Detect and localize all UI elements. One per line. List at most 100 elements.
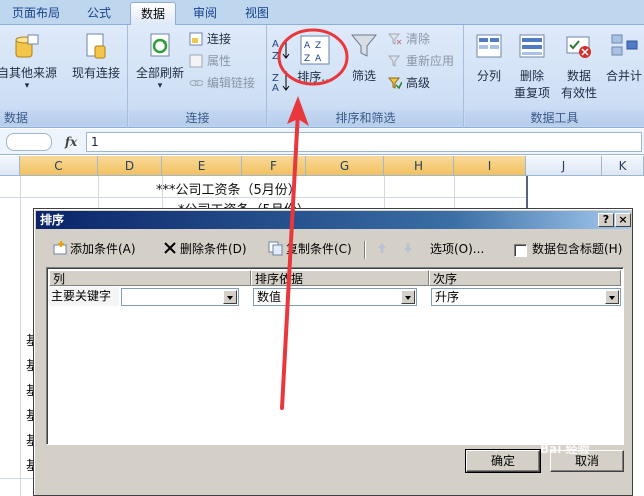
dialog-toolbar: 添加条件(A) 删除条件(D) 复制条件(C) 选项(O)... 数据包含标题(… — [38, 235, 628, 263]
header-sort-on: 排序依据 — [251, 270, 429, 286]
column-header-c[interactable]: C — [20, 156, 98, 176]
split-columns-icon — [474, 31, 504, 61]
delete-x-icon — [162, 240, 178, 256]
sort-dialog-icon: AZZA — [300, 35, 330, 65]
chevron-down-icon[interactable] — [401, 290, 415, 304]
dialog-title: 排序 — [40, 213, 65, 227]
svg-text:A: A — [304, 41, 311, 51]
sort-ascending-button[interactable]: AZZA — [270, 31, 292, 94]
watermark: Bai 经验 — [540, 442, 590, 456]
reapply-button[interactable]: 重新应用 — [386, 51, 454, 71]
advanced-filter-button[interactable]: 高级 — [386, 73, 430, 93]
formula-bar: fx 1 — [0, 129, 644, 155]
column-header-g[interactable]: G — [306, 156, 384, 176]
group-label-connections: 连接 — [129, 110, 266, 126]
svg-text:A: A — [272, 39, 279, 50]
select-all-corner[interactable] — [0, 156, 20, 176]
name-box[interactable] — [6, 133, 52, 151]
data-validation-button[interactable]: 数据 有效性 — [557, 31, 601, 101]
sort-button[interactable]: AZZA 排序... — [294, 35, 336, 85]
column-header-h[interactable]: H — [384, 156, 454, 176]
ribbon: 自其他来源 ▾ 现有连接 数据 全部刷新 ▾ 连接 属性 编辑链接 连接 A Z… — [0, 25, 644, 128]
data-validation-icon — [564, 31, 594, 61]
from-other-sources-button[interactable]: 自其他来源 ▾ — [0, 31, 60, 91]
help-button[interactable]: ? — [598, 213, 614, 227]
svg-text:Z: Z — [304, 54, 310, 64]
header-column: 列 — [49, 270, 251, 286]
group-label-get-data: 数据 — [0, 110, 127, 126]
ok-button[interactable]: 确定 — [465, 449, 541, 473]
arrow-up-icon — [374, 240, 390, 256]
group-label-data-tools: 数据工具 — [465, 110, 644, 126]
refresh-icon — [145, 31, 175, 61]
funnel-icon — [349, 31, 379, 61]
svg-text:Z: Z — [315, 41, 321, 51]
consolidate-icon — [609, 31, 639, 61]
column-header-i[interactable]: I — [454, 156, 526, 176]
connections-button[interactable]: 连接 — [187, 29, 231, 49]
column-header-d[interactable]: D — [98, 156, 162, 176]
properties-icon — [189, 54, 203, 68]
group-label-sort-filter: 排序和筛选 — [268, 110, 463, 126]
group-sort-filter: AZZA AZZA 排序... 筛选 清除 重新应用 高级 排序和筛选 — [268, 25, 464, 128]
column-header-j[interactable]: J — [526, 156, 602, 176]
chevron-down-icon[interactable] — [605, 290, 619, 304]
column-header-e[interactable]: E — [162, 156, 242, 176]
cell-title: ***公司工资条（5月份） — [156, 183, 301, 198]
has-header-checkbox[interactable] — [514, 244, 527, 257]
move-down-button[interactable] — [400, 239, 418, 259]
has-header-label: 数据包含标题(H) — [532, 242, 623, 256]
sort-levels-list: 列 排序依据 次序 主要关键字 数值 升序 — [46, 267, 624, 445]
tab-page-layout[interactable]: 页面布局 — [4, 2, 68, 25]
clear-filter-button[interactable]: 清除 — [386, 29, 430, 49]
refresh-all-button[interactable]: 全部刷新 ▾ — [131, 31, 189, 91]
advanced-filter-icon — [387, 76, 403, 90]
properties-button[interactable]: 属性 — [187, 51, 231, 71]
order-dropdown[interactable]: 升序 — [431, 288, 621, 306]
group-get-data: 自其他来源 ▾ 现有连接 数据 — [0, 25, 128, 128]
tab-review[interactable]: 审阅 — [182, 2, 228, 25]
move-up-button[interactable] — [374, 239, 392, 259]
tab-data[interactable]: 数据 — [130, 2, 176, 25]
consolidate-button[interactable]: 合并计 — [603, 31, 644, 84]
connections-icon — [189, 32, 203, 46]
fx-icon[interactable]: fx — [60, 133, 82, 151]
svg-text:A: A — [272, 83, 279, 91]
add-level-icon — [52, 240, 68, 256]
svg-text:Z: Z — [272, 51, 279, 62]
close-button[interactable]: × — [615, 213, 631, 227]
column-header-f[interactable]: F — [242, 156, 306, 176]
remove-duplicates-icon — [517, 31, 547, 61]
chain-link-icon — [189, 76, 204, 90]
existing-connections-button[interactable]: 现有连接 — [64, 31, 128, 81]
sort-on-dropdown[interactable]: 数值 — [253, 288, 417, 306]
ribbon-tabs: 页面布局 公式 数据 审阅 视图 — [0, 0, 644, 25]
grid-line — [20, 176, 21, 496]
chevron-down-icon[interactable] — [223, 290, 237, 304]
tab-formulas[interactable]: 公式 — [74, 2, 124, 25]
copy-level-button[interactable]: 复制条件(C) — [268, 239, 352, 259]
primary-key-label: 主要关键字 — [49, 287, 119, 306]
edit-links-button[interactable]: 编辑链接 — [187, 73, 255, 93]
column-header-k[interactable]: K — [602, 156, 644, 176]
tab-view[interactable]: 视图 — [234, 2, 280, 25]
group-data-tools: 分列 删除 重复项 数据 有效性 合并计 数据工具 — [465, 25, 644, 128]
dialog-title-bar[interactable]: 排序 ? × — [36, 211, 631, 229]
reapply-icon — [387, 54, 402, 68]
sort-key-dropdown[interactable] — [121, 288, 239, 306]
database-icon — [12, 31, 42, 61]
clear-filter-icon — [387, 32, 402, 46]
toolbar-separator — [364, 241, 366, 259]
text-to-columns-button[interactable]: 分列 — [469, 31, 509, 84]
options-button[interactable]: 选项(O)... — [430, 239, 484, 259]
add-level-button[interactable]: 添加条件(A) — [52, 239, 136, 259]
delete-level-button[interactable]: 删除条件(D) — [162, 239, 247, 259]
copy-icon — [268, 240, 284, 256]
remove-duplicates-button[interactable]: 删除 重复项 — [511, 31, 553, 101]
sort-az-icon: AZZA — [271, 31, 291, 94]
svg-text:A: A — [315, 54, 322, 64]
formula-input[interactable]: 1 — [86, 132, 642, 152]
document-connection-icon — [81, 31, 111, 61]
group-connections: 全部刷新 ▾ 连接 属性 编辑链接 连接 — [129, 25, 267, 128]
filter-button[interactable]: 筛选 — [346, 31, 382, 84]
